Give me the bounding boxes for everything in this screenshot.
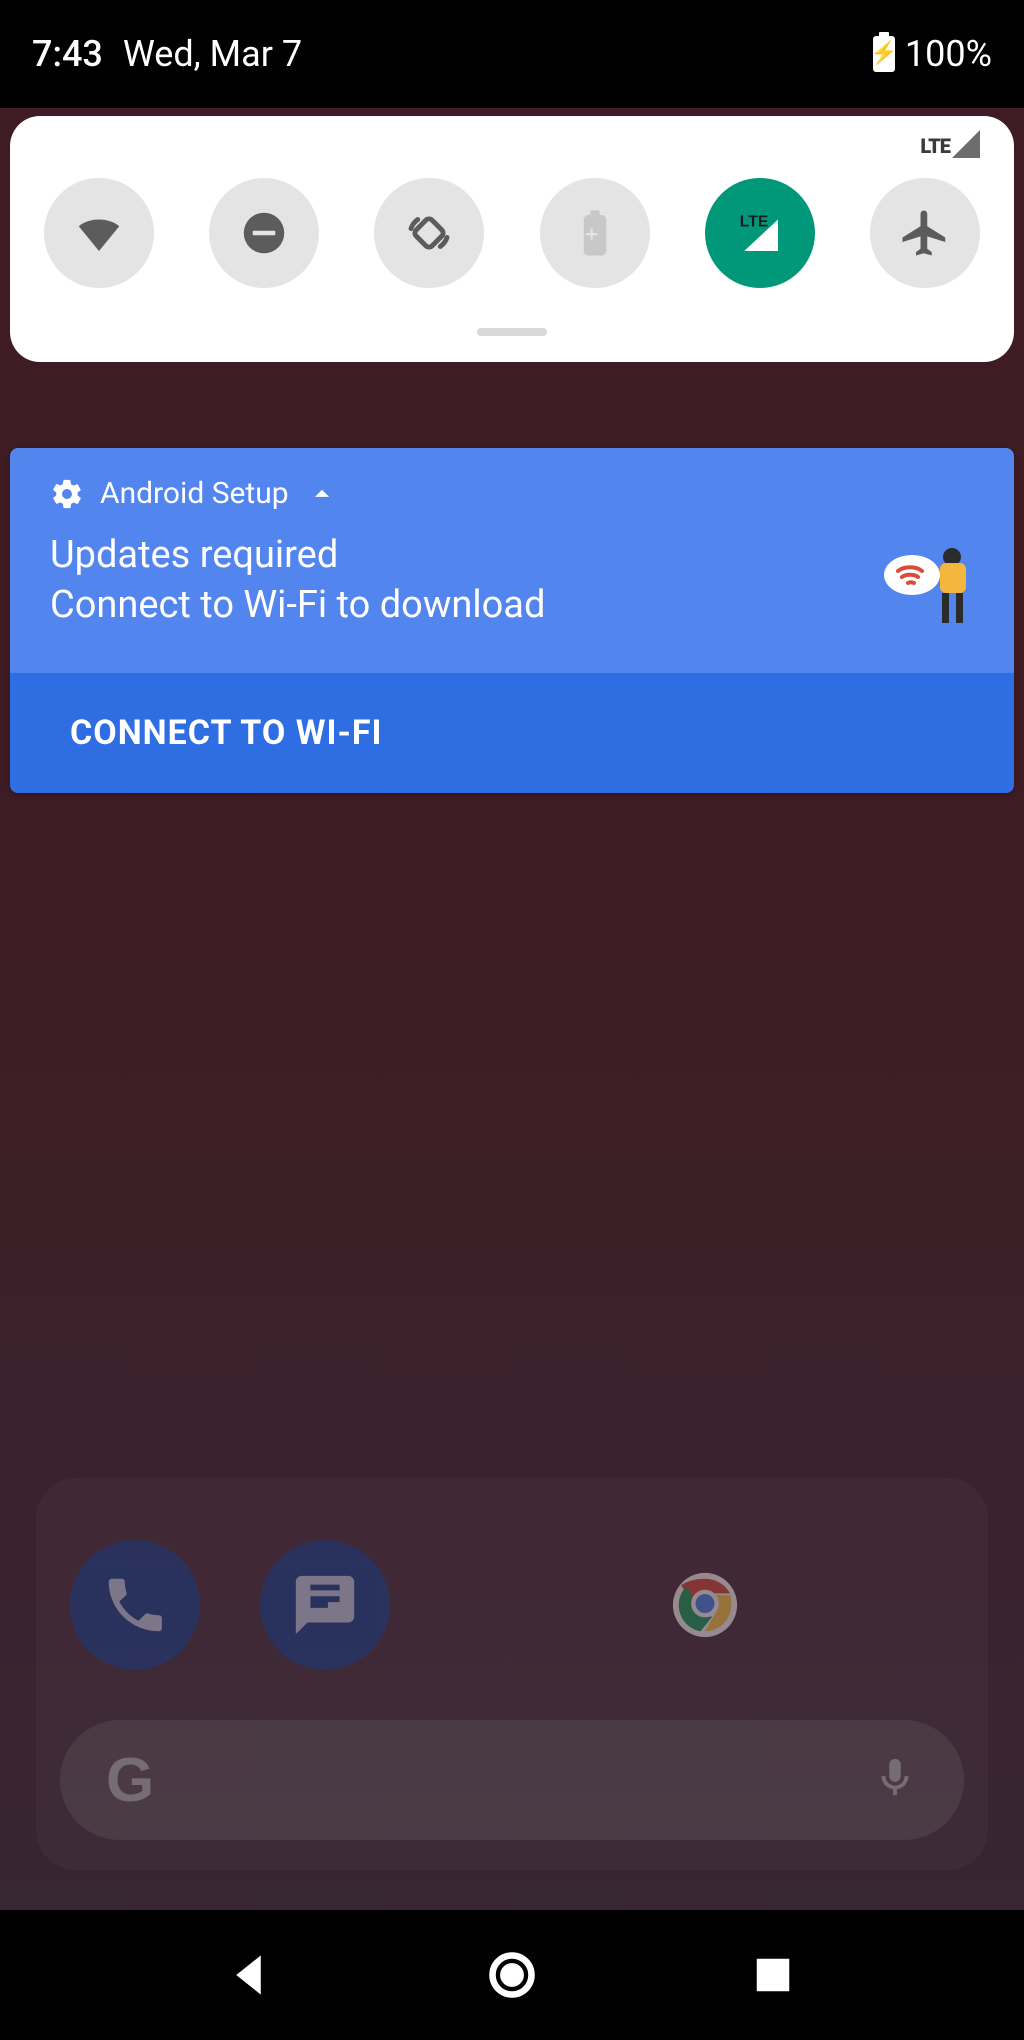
google-search-bar[interactable]: G	[60, 1720, 964, 1840]
signal-indicator: LTE	[920, 130, 980, 158]
quick-settings-panel[interactable]: LTE LTE	[10, 116, 1014, 362]
notification-subtitle: Connect to Wi-Fi to download	[50, 583, 854, 627]
nav-home-button[interactable]	[482, 1945, 542, 2005]
status-bar: 7:43 Wed, Mar 7 ⚡ 100%	[0, 0, 1024, 108]
app-chrome[interactable]	[640, 1540, 770, 1670]
qs-tile-wifi[interactable]	[44, 178, 154, 288]
tile-lte-label: LTE	[740, 213, 769, 230]
qs-expand-handle[interactable]	[477, 328, 547, 336]
notification-illustration	[874, 533, 974, 633]
chevron-up-icon	[305, 477, 339, 511]
navigation-bar	[0, 1910, 1024, 2040]
notification-title: Updates required	[50, 533, 854, 577]
signal-triangle-icon	[952, 130, 980, 158]
nav-recent-button[interactable]	[743, 1945, 803, 2005]
signal-lte-label: LTE	[920, 134, 950, 158]
notification-app-name: Android Setup	[100, 476, 289, 511]
status-date: Wed, Mar 7	[123, 33, 302, 75]
qs-tile-mobile-data[interactable]: LTE	[705, 178, 815, 288]
battery-charging-icon: ⚡	[873, 36, 895, 72]
google-g-icon: G	[106, 1745, 154, 1816]
qs-tile-battery-saver[interactable]	[540, 178, 650, 288]
qs-tile-airplane[interactable]	[870, 178, 980, 288]
battery-percent: 100%	[905, 33, 992, 75]
qs-tile-rotate[interactable]	[374, 178, 484, 288]
nav-back-button[interactable]	[221, 1945, 281, 2005]
gear-icon	[50, 477, 84, 511]
dock	[0, 1540, 1024, 1670]
notification-card[interactable]: Android Setup Updates required Connect t…	[10, 448, 1014, 793]
qs-tile-dnd[interactable]	[209, 178, 319, 288]
app-messages[interactable]	[260, 1540, 390, 1670]
status-time: 7:43	[32, 33, 103, 75]
connect-wifi-button[interactable]: CONNECT TO WI-FI	[10, 673, 1014, 793]
notification-header[interactable]: Android Setup	[50, 476, 974, 511]
mic-icon[interactable]	[872, 1755, 918, 1805]
app-phone[interactable]	[70, 1540, 200, 1670]
